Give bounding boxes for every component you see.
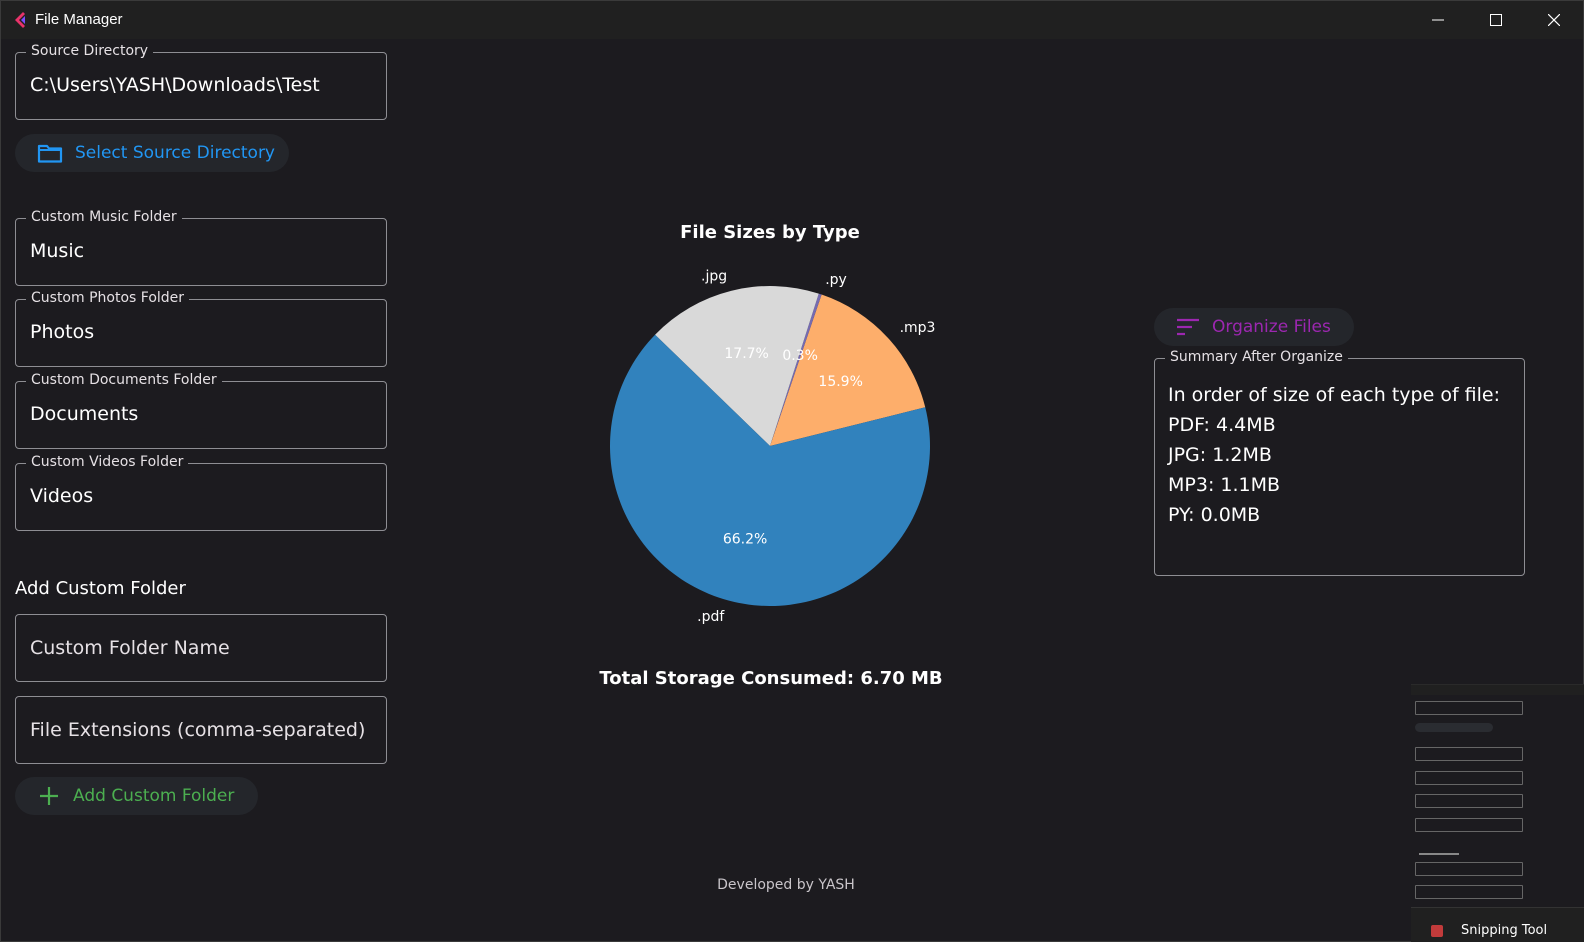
file-sizes-pie-chart: File Sizes by Type .mp3 15.9% .py 0.3% .jpg 1… [610,222,936,625]
plus-icon [39,786,59,806]
custom-music-folder-value: Music [30,240,85,262]
pie-category-label: .py [825,272,847,288]
app-window: File Manager Source Directory C:\Users\Y… [0,0,1584,942]
source-directory-field[interactable]: Source Directory C:\Users\YASH\Downloads… [15,43,387,120]
thumbnail-titlebar [1411,685,1584,695]
organize-files-label: Organize Files [1212,317,1331,337]
add-custom-folder-heading: Add Custom Folder [15,578,186,599]
maximize-button[interactable] [1467,1,1525,39]
thumbnail-field [1415,862,1523,876]
snipping-tool-icon [1431,925,1443,937]
custom-photos-folder-value: Photos [30,321,95,343]
custom-music-folder-label: Custom Music Folder [26,209,182,225]
select-source-directory-label: Select Source Directory [75,143,275,163]
total-storage-text: Total Storage Consumed: 6.70 MB [599,668,943,689]
pie-percent-label: 17.7% [724,346,768,362]
source-directory-value: C:\Users\YASH\Downloads\Test [30,74,320,96]
custom-videos-folder-value: Videos [30,485,94,507]
file-extensions-input[interactable]: File Extensions (comma-separated) [15,696,387,764]
thumbnail-field [1415,818,1523,832]
pie-percent-label: 0.3% [782,348,818,364]
minimize-icon [1432,19,1444,21]
pie-category-label: .jpg [701,268,727,284]
thumbnail-field [1415,701,1523,715]
add-custom-folder-button[interactable]: Add Custom Folder [15,777,258,815]
folder-icon [37,142,63,164]
summary-lines: In order of size of each type of file: P… [1168,380,1500,530]
custom-documents-folder-value: Documents [30,403,139,425]
thumbnail-field [1415,747,1523,761]
sort-icon [1176,318,1200,336]
app-logo-icon [15,12,25,28]
footer-credit: Developed by YASH [717,877,855,893]
close-icon [1548,14,1560,26]
file-extensions-placeholder: File Extensions (comma-separated) [30,719,366,741]
window-title: File Manager [35,11,123,28]
minimize-button[interactable] [1409,1,1467,39]
summary-label: Summary After Organize [1165,349,1348,365]
custom-videos-folder-label: Custom Videos Folder [26,454,189,470]
organize-files-button[interactable]: Organize Files [1154,308,1354,346]
custom-photos-folder-field[interactable]: Custom Photos Folder Photos [15,290,387,367]
select-source-directory-button[interactable]: Select Source Directory [15,134,289,172]
chart-title: File Sizes by Type [680,222,860,243]
custom-photos-folder-label: Custom Photos Folder [26,290,190,306]
summary-box: Summary After Organize In order of size … [1154,349,1525,576]
custom-documents-folder-label: Custom Documents Folder [26,372,222,388]
summary-line: PY: 0.0MB [1168,504,1261,526]
custom-folder-name-placeholder: Custom Folder Name [30,637,230,659]
pie-category-label: .pdf [697,609,725,625]
summary-line: MP3: 1.1MB [1168,474,1281,496]
pie-category-label: .mp3 [900,320,936,336]
thumbnail-heading [1419,853,1459,855]
summary-line: JPG: 1.2MB [1168,444,1272,466]
thumbnail-button [1415,723,1493,732]
custom-music-folder-field[interactable]: Custom Music Folder Music [15,209,387,286]
snipping-tool-label: Snipping Tool [1461,923,1548,938]
close-button[interactable] [1525,1,1583,39]
thumbnail-field [1415,794,1523,808]
pie-percent-label: 15.9% [818,374,862,390]
summary-line: PDF: 4.4MB [1168,414,1276,436]
pie-slices [610,286,930,606]
summary-line: In order of size of each type of file: [1168,384,1501,406]
custom-videos-folder-field[interactable]: Custom Videos Folder Videos [15,454,387,531]
thumbnail-field [1415,885,1523,899]
pie-percent-label: 66.2% [723,532,767,548]
maximize-icon [1490,14,1502,26]
custom-documents-folder-field[interactable]: Custom Documents Folder Documents [15,372,387,449]
custom-folder-name-input[interactable]: Custom Folder Name [15,614,387,682]
thumbnail-field [1415,771,1523,785]
source-directory-label: Source Directory [26,43,154,59]
snipping-thumbnail[interactable]: Snipping Tool [1411,684,1584,942]
add-custom-folder-label: Add Custom Folder [73,786,235,806]
title-bar: File Manager [1,1,1583,39]
